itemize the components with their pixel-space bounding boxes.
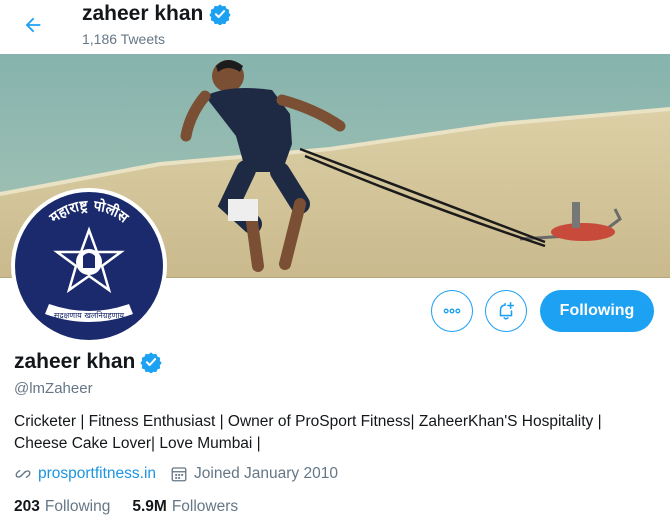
bell-plus-icon xyxy=(499,301,515,320)
profile-bio: Cricketer | Fitness Enthusiast | Owner o… xyxy=(14,413,602,452)
following-button[interactable]: Following xyxy=(540,290,654,332)
link-icon xyxy=(15,469,31,479)
profile-handle: @lmZaheer xyxy=(14,380,93,397)
profile-avatar[interactable]: महाराष्ट्र पोलीस सद्रक्षणाय खलनिग्रहणाय xyxy=(11,188,167,344)
header-name: zaheer khan xyxy=(82,2,204,25)
website-link[interactable]: prosportfitness.in xyxy=(38,465,156,483)
calendar-icon xyxy=(171,467,187,482)
profile-name-row: zaheer khan xyxy=(14,350,163,374)
arrow-left-icon xyxy=(25,17,41,33)
following-count-link[interactable]: 203 Following xyxy=(14,498,110,516)
verified-badge-icon xyxy=(209,4,232,25)
followers-count-link[interactable]: 5.9M Followers xyxy=(132,498,238,516)
avatar-image: महाराष्ट्र पोलीस सद्रक्षणाय खलनिग्रहणाय xyxy=(15,192,163,340)
profile-header-bar: zaheer khan 1,186 Tweets xyxy=(0,0,670,52)
tweet-count: 1,186 Tweets xyxy=(82,31,166,47)
back-button[interactable] xyxy=(16,8,50,42)
more-options-button[interactable] xyxy=(431,290,473,332)
header-title: zaheer khan xyxy=(82,2,232,26)
svg-text:सद्रक्षणाय खलनिग्रहणाय: सद्रक्षणाय खलनिग्रहणाय xyxy=(54,310,125,320)
verified-badge-icon xyxy=(140,352,163,373)
followers-label: Followers xyxy=(171,498,239,515)
follow-stats: 203 Following 5.9M Followers xyxy=(14,498,238,516)
notifications-button[interactable] xyxy=(485,290,527,332)
followers-count: 5.9M xyxy=(132,498,167,515)
profile-meta: prosportfitness.in Joined January 2010 xyxy=(14,465,338,483)
joined-date: Joined January 2010 xyxy=(194,465,338,482)
profile-name: zaheer khan xyxy=(14,350,136,373)
maharashtra-police-emblem: महाराष्ट्र पोलीस सद्रक्षणाय खलनिग्रहणाय xyxy=(15,192,163,340)
more-horizontal-icon xyxy=(443,308,461,314)
following-label: Following xyxy=(44,498,111,515)
following-count: 203 xyxy=(14,498,40,515)
